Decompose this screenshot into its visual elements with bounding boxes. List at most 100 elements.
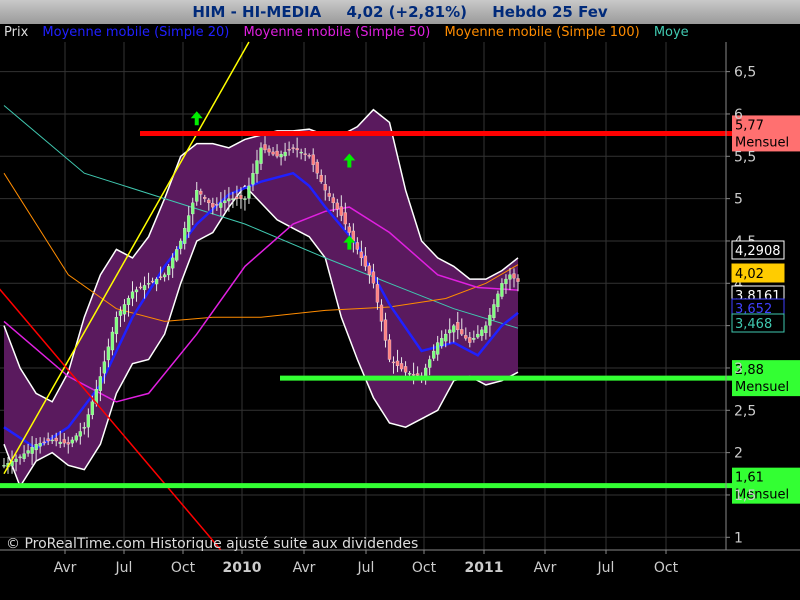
x-tick-label: 2010 (223, 560, 262, 576)
candle-body (516, 278, 520, 282)
candle-body (347, 226, 351, 233)
candle-body (14, 458, 18, 462)
candle-body (291, 147, 295, 149)
y-tick-label: 1 (734, 530, 743, 546)
candle-body (179, 240, 183, 249)
candle-body (146, 283, 151, 285)
candle-body (263, 144, 267, 151)
candle-body (195, 190, 199, 202)
candle-body (199, 190, 203, 195)
y-tick-label: 5 (734, 192, 743, 208)
candle-body (379, 304, 384, 322)
candle-body (110, 331, 115, 351)
candle-body (203, 197, 207, 199)
x-tick-label: Jul (115, 560, 133, 576)
candle-body (371, 271, 376, 284)
candle-body (488, 314, 492, 326)
candle-body (315, 161, 319, 174)
price-tags: 4,29084,023,81613,6523,468 (731, 240, 785, 333)
candle-body (70, 439, 74, 444)
candle-body (247, 185, 251, 199)
candle-body (415, 373, 420, 376)
candle-body (162, 274, 167, 278)
x-tick-label: Avr (534, 560, 557, 576)
candle-body (476, 333, 480, 338)
candle-body (259, 147, 263, 164)
y-tick-label: 2,5 (734, 403, 756, 419)
x-tick-label: Jul (357, 560, 375, 576)
level-label-period: Mensuel (735, 380, 789, 395)
y-tick-label: 3 (734, 361, 743, 377)
candle-body (387, 339, 392, 360)
candle-body (275, 150, 279, 157)
candle-body (331, 197, 335, 204)
candle-body (154, 278, 159, 285)
candle-body (122, 304, 127, 315)
chart-root: HIM - HI-MEDIA 4,02 (+2,81%) Hebdo 25 Fe… (0, 0, 800, 600)
candle-body (171, 257, 175, 269)
candle-body (339, 206, 343, 216)
x-tick-label: Oct (412, 560, 437, 576)
candle-body (367, 265, 372, 275)
candle-body (191, 202, 195, 215)
candle-body (391, 361, 396, 364)
candle-body (464, 335, 468, 339)
candle-body (484, 325, 488, 334)
candle-body (219, 202, 223, 208)
candle-body (86, 414, 90, 428)
candle-body (508, 274, 512, 280)
candle-body (78, 431, 82, 437)
candle-body (359, 251, 364, 259)
candle-body (243, 198, 247, 200)
candle-body (30, 447, 34, 454)
candle-body (267, 148, 271, 153)
candle-body (512, 273, 516, 279)
candle-body (492, 304, 496, 318)
candle-body (82, 427, 86, 429)
x-tick-label: Oct (171, 560, 196, 576)
candle-body (343, 212, 347, 225)
candle-body (383, 319, 388, 341)
candle-body (428, 359, 432, 368)
candle-body (504, 278, 508, 285)
candle-body (62, 439, 66, 444)
candle-body (399, 363, 404, 370)
candle-body (287, 149, 291, 151)
candle-body (26, 450, 30, 454)
candle-body (311, 154, 315, 165)
candle-body (452, 325, 456, 333)
candle-body (303, 153, 307, 155)
candle-body (22, 453, 26, 459)
candle-body (106, 346, 111, 361)
candle-body (335, 202, 339, 210)
candle-body (432, 350, 436, 359)
candle-body (255, 160, 259, 174)
x-tick-label: Jul (597, 560, 615, 576)
candle-body (323, 184, 327, 191)
price-tag-label: 4,2908 (735, 244, 781, 259)
price-chart[interactable]: 5,77Mensuel2,88Mensuel1,61Mensuel 11,522… (0, 0, 800, 600)
candle-body (472, 338, 476, 340)
candle-body (50, 439, 54, 442)
x-axis: Avr Jul Oct 2010 Avr Jul Oct 2011 Avr Jul Oct (54, 550, 679, 576)
candle-body (211, 203, 215, 208)
candle-body (58, 441, 62, 444)
candle-body (207, 199, 211, 204)
candle-body (251, 173, 255, 185)
x-tick-label: 2011 (465, 560, 504, 576)
candle-body (375, 284, 380, 303)
candle-body (460, 329, 464, 335)
candle-body (231, 198, 235, 200)
y-tick-label: 6 (734, 107, 743, 123)
y-tick-label: 5,5 (734, 149, 756, 165)
candle-body (126, 297, 131, 306)
candle-body (411, 374, 416, 376)
candle-body (150, 280, 155, 283)
candle-body (183, 228, 187, 244)
candle-body (496, 293, 500, 308)
candle-body (456, 322, 460, 331)
candle-body (355, 242, 360, 250)
candle-body (215, 204, 219, 206)
candle-body (500, 283, 504, 297)
candle-body (66, 442, 70, 445)
